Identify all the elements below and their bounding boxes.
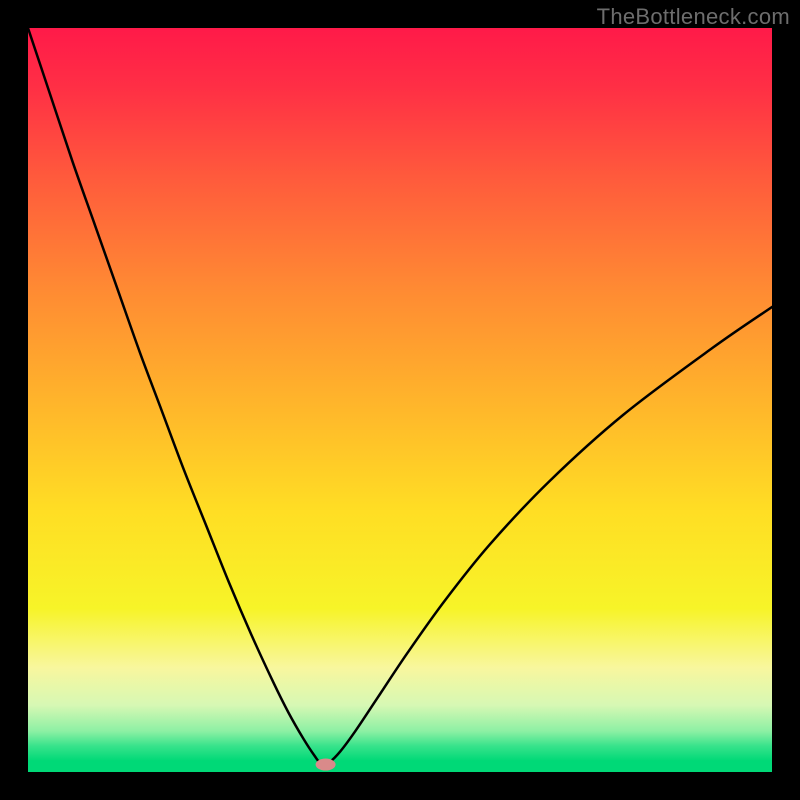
plot-frame [28, 28, 772, 772]
optimal-marker [316, 759, 336, 771]
gradient-background [28, 28, 772, 772]
bottleneck-chart [28, 28, 772, 772]
watermark-text: TheBottleneck.com [597, 4, 790, 30]
